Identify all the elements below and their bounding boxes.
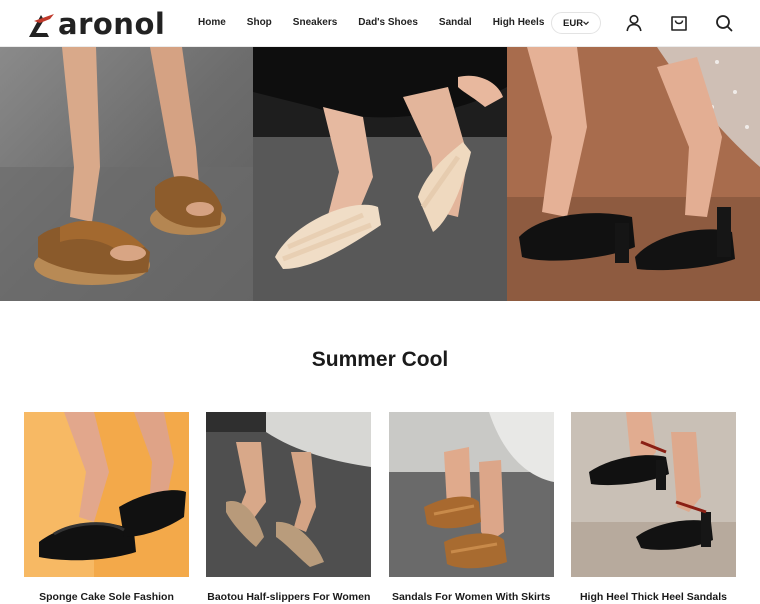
hero-banner[interactable] [0, 47, 760, 301]
hero-image-platform-slides[interactable] [0, 47, 253, 301]
product-grid: Sponge Cake Sole Fashion Baotou Half-sli… [24, 412, 736, 604]
product-image[interactable] [570, 412, 736, 577]
nav-sneakers[interactable]: Sneakers [293, 15, 337, 31]
logo-mark-icon [29, 13, 54, 37]
product-card[interactable]: High Heel Thick Heel Sandals [570, 412, 736, 604]
product-image[interactable] [206, 412, 372, 577]
product-title[interactable]: Sponge Cake Sole Fashion [24, 590, 189, 604]
nav-high-heels[interactable]: High Heels [493, 15, 545, 31]
brand-logo[interactable]: aronol [28, 9, 165, 39]
nav-shop[interactable]: Shop [247, 15, 272, 31]
product-title[interactable]: Sandals For Women With Skirts [389, 590, 554, 604]
currency-selector[interactable]: EUR [551, 12, 601, 34]
hero-image-black-heels[interactable] [507, 47, 760, 301]
site-header: aronol Home Shop Sneakers Dad's Shoes Sa… [0, 0, 760, 47]
nav-dads-shoes[interactable]: Dad's Shoes [358, 15, 418, 31]
hero-image-strappy-sandals[interactable] [253, 47, 507, 301]
product-title[interactable]: High Heel Thick Heel Sandals [571, 590, 736, 604]
chevron-down-icon [583, 21, 589, 26]
product-image[interactable] [24, 412, 189, 577]
product-title[interactable]: Baotou Half-slippers For Women [206, 590, 371, 604]
section-title: Summer Cool [311, 348, 449, 371]
product-card[interactable]: Baotou Half-slippers For Women [206, 412, 372, 604]
currency-value: EUR [563, 17, 584, 29]
product-card[interactable]: Sandals For Women With Skirts [388, 412, 554, 604]
main-nav: Home Shop Sneakers Dad's Shoes Sandal Hi… [198, 15, 565, 31]
nav-home[interactable]: Home [198, 15, 226, 31]
nav-sandal[interactable]: Sandal [439, 15, 472, 31]
product-card[interactable]: Sponge Cake Sole Fashion [24, 412, 189, 604]
product-image[interactable] [388, 412, 554, 577]
search-icon[interactable] [715, 14, 733, 32]
brand-name: aronol [58, 7, 166, 41]
account-icon[interactable] [625, 14, 643, 32]
cart-icon[interactable] [670, 14, 688, 32]
